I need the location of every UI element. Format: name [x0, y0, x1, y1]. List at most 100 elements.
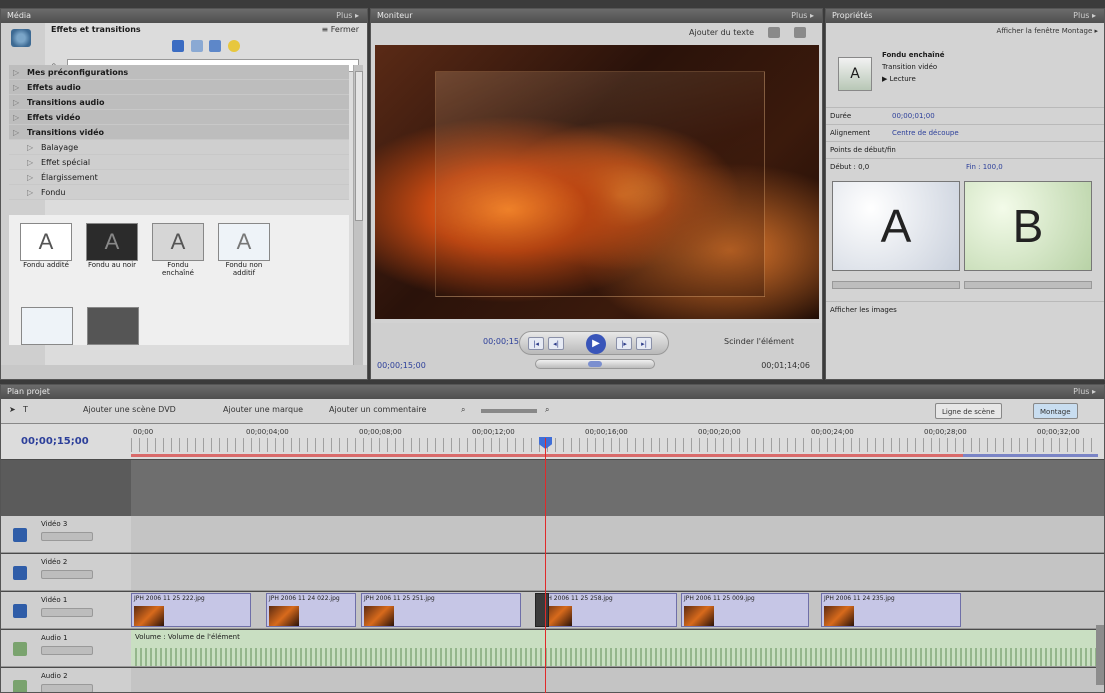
step-back-button[interactable]: ◂| [548, 337, 564, 350]
transition-thumbnail-partial[interactable] [21, 307, 73, 345]
play-button[interactable]: ▶ [586, 334, 606, 354]
video-clip[interactable]: JPH 2006 11 25 251.jpg [361, 593, 521, 627]
freeze-frame-icon[interactable] [768, 27, 780, 38]
split-clip-button[interactable]: Scinder l'élément [724, 337, 794, 346]
track-controls[interactable] [41, 608, 93, 617]
zoom-out-icon[interactable]: ⌕ [461, 405, 465, 415]
transition-thumbnail[interactable]: A Fondu enchaîné [151, 223, 205, 277]
transition-thumbnail[interactable]: A Fondu non additif [217, 223, 271, 277]
track-body[interactable] [131, 516, 1104, 553]
go-to-end-button[interactable]: ▸| [636, 337, 652, 350]
go-to-start-button[interactable]: |◂ [528, 337, 544, 350]
expand-triangle-icon[interactable]: ▷ [13, 80, 19, 95]
text-tool-icon[interactable]: T [23, 405, 28, 414]
tree-item[interactable]: ▷ Effet spécial [9, 155, 349, 170]
safe-margins-icon[interactable] [794, 27, 806, 38]
expand-triangle-icon[interactable]: ▷ [13, 95, 19, 110]
selection-tool-icon[interactable]: ➤ [9, 405, 16, 414]
track-controls[interactable] [41, 570, 93, 579]
video-clip[interactable]: JPH 2006 11 25 258.jpg [539, 593, 677, 627]
expand-triangle-icon[interactable]: ▷ [27, 140, 33, 155]
timeline-scrollbar[interactable] [1096, 625, 1104, 685]
media-more-menu[interactable]: Plus ▸ [336, 9, 359, 23]
zoom-in-icon[interactable]: ⌕ [545, 405, 549, 415]
properties-more-menu[interactable]: Plus ▸ [1073, 9, 1096, 23]
property-row[interactable]: Début : 0,0 Fin : 100,0 [826, 158, 1104, 174]
end-slider[interactable] [964, 281, 1092, 289]
video-track-icon[interactable] [13, 528, 27, 542]
transition-block[interactable] [535, 593, 549, 627]
property-value[interactable]: Fin : 100,0 [966, 159, 1003, 175]
audio-track-icon[interactable] [13, 642, 27, 656]
expand-triangle-icon[interactable]: ▷ [13, 125, 19, 140]
expand-triangle-icon[interactable]: ▷ [13, 110, 19, 125]
video-filter-icon[interactable] [190, 40, 203, 52]
video-preview[interactable] [375, 45, 819, 319]
video-track-icon[interactable] [13, 604, 27, 618]
track-body[interactable]: Volume : Volume de l'élément [131, 630, 1104, 667]
start-slider[interactable] [832, 281, 960, 289]
track-body[interactable] [131, 668, 1104, 692]
track-body[interactable]: JPH 2006 11 25 222.jpg JPH 2006 11 24 022… [131, 592, 1104, 629]
montage-button[interactable]: Montage [1033, 403, 1078, 419]
property-value[interactable]: 00;00;01;00 [892, 108, 935, 124]
add-text-button[interactable]: Ajouter du texte [689, 28, 754, 37]
show-images-row[interactable]: Afficher les images [826, 301, 1104, 317]
favorites-icon[interactable] [228, 40, 241, 52]
track-body[interactable] [131, 554, 1104, 591]
monitor-more-menu[interactable]: Plus ▸ [791, 9, 814, 23]
add-marker-button[interactable]: Ajouter une marque [223, 405, 303, 414]
audio-filter-icon[interactable] [209, 40, 222, 52]
ruler-label: 00;00;12;00 [472, 428, 515, 436]
expand-triangle-icon[interactable]: ▷ [27, 170, 33, 185]
tree-item[interactable]: ▷ Fondu [9, 185, 349, 200]
property-row[interactable]: Durée 00;00;01;00 [826, 107, 1104, 123]
step-forward-button[interactable]: |▸ [616, 337, 632, 350]
track-controls[interactable] [41, 532, 93, 541]
video-clip[interactable]: JPH 2006 11 25 009.jpg [681, 593, 809, 627]
list-view-icon[interactable] [171, 40, 184, 52]
add-dvd-scene-button[interactable]: Ajouter une scène DVD [83, 405, 176, 414]
audio-clip-label[interactable]: Volume : Volume de l'élément [135, 633, 240, 641]
tree-item[interactable]: ▷ Balayage [9, 140, 349, 155]
expand-triangle-icon[interactable]: ▷ [27, 185, 33, 200]
tree-item[interactable]: ▷ Transitions audio [9, 95, 349, 110]
tree-item[interactable]: ▷ Effets vidéo [9, 110, 349, 125]
tree-item[interactable]: ▷ Mes préconfigurations [9, 65, 349, 80]
time-ruler[interactable]: 00;00;15;00 00;00 00;00;04;00 00;00;08;00 0… [1, 423, 1104, 459]
expand-triangle-icon[interactable]: ▷ [13, 65, 19, 80]
track-controls[interactable] [41, 684, 93, 692]
tree-item-label: Effets audio [27, 83, 81, 92]
shuttle-knob[interactable] [588, 361, 602, 367]
transition-label: Fondu non additif [225, 261, 263, 277]
scene-line-button[interactable]: Ligne de scène [935, 403, 1002, 419]
video-track-icon[interactable] [13, 566, 27, 580]
tree-item[interactable]: ▷ Élargissement [9, 170, 349, 185]
transition-thumbnail-partial[interactable] [87, 307, 139, 345]
audio-track-icon[interactable] [13, 680, 27, 692]
transition-thumbnail[interactable]: A Fondu addité [19, 223, 73, 269]
video-clip[interactable]: JPH 2006 11 24 022.jpg [266, 593, 356, 627]
project-media-icon[interactable] [11, 29, 31, 47]
timeline-timecode[interactable]: 00;00;15;00 [21, 436, 89, 447]
transition-thumbnail[interactable]: A Fondu au noir [85, 223, 139, 269]
tree-item[interactable]: ▷ Effets audio [9, 80, 349, 95]
project-more-menu[interactable]: Plus ▸ [1073, 385, 1096, 399]
zoom-slider[interactable] [481, 409, 537, 413]
add-comment-button[interactable]: Ajouter un commentaire [329, 405, 426, 414]
property-row[interactable]: Alignement Centre de découpe [826, 124, 1104, 140]
tree-item[interactable]: ▷ Transitions vidéo [9, 125, 349, 140]
video-clip[interactable]: JPH 2006 11 24 235.jpg [821, 593, 961, 627]
property-row[interactable]: Points de début/fin [826, 141, 1104, 157]
track-controls[interactable] [41, 646, 93, 655]
scroll-thumb[interactable] [355, 71, 363, 221]
close-button[interactable]: ≡ Fermer [322, 23, 359, 37]
expand-triangle-icon[interactable]: ▷ [27, 155, 33, 170]
media-scrollbar[interactable] [353, 65, 363, 365]
play-preview-button[interactable]: ▶ Lecture [882, 75, 916, 83]
property-value[interactable]: Centre de découpe [892, 125, 959, 141]
transition-preview-image: A [86, 223, 138, 261]
video-clip[interactable]: JPH 2006 11 25 222.jpg [131, 593, 251, 627]
shuttle-slider[interactable] [535, 359, 655, 369]
show-timeline-link[interactable]: Afficher la fenêtre Montage ▸ [996, 27, 1098, 35]
